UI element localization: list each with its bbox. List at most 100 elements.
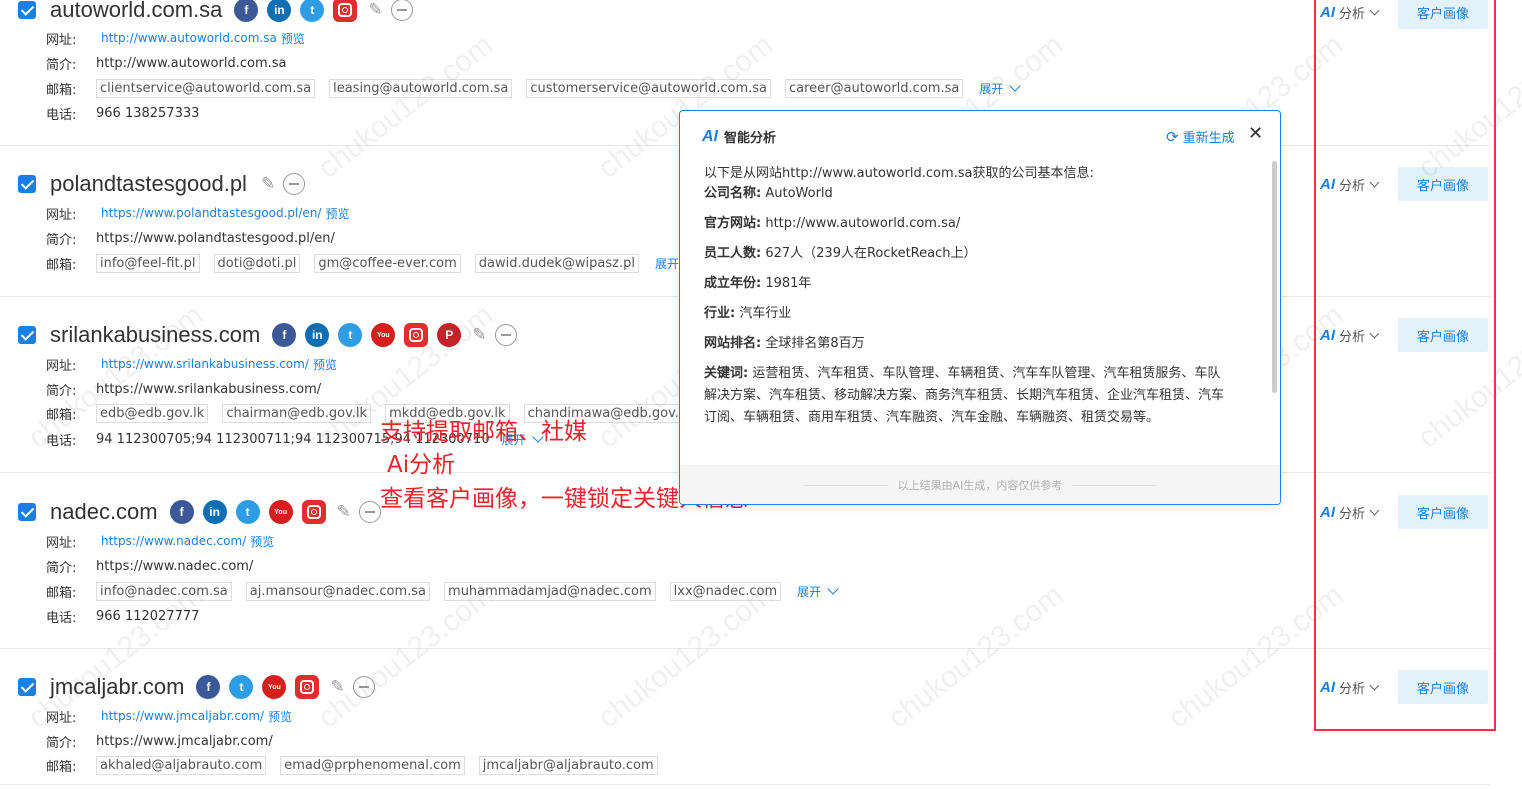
email-tag[interactable]: gm@coffee-ever.com [314, 253, 461, 273]
expand-button[interactable]: 展开 [979, 79, 1022, 97]
email-tag[interactable]: career@autoworld.com.sa [784, 78, 964, 98]
company-domain[interactable]: autoworld.com.sa [50, 0, 222, 23]
info-line: 公司名称: AutoWorld [704, 186, 833, 201]
email-tag[interactable]: chairman@edb.gov.lk [222, 403, 372, 423]
panel-scrollbar[interactable] [1272, 161, 1277, 393]
ai-analyze-dropdown[interactable]: AI 分析 [1320, 175, 1398, 194]
ai-icon: AI [1320, 503, 1335, 521]
email-tag[interactable]: lxx@nadec.com [669, 581, 782, 601]
panel-footer: 以上结果由AI生成，内容仅供参考 [680, 465, 1280, 504]
facebook-icon[interactable]: f [169, 500, 194, 524]
remove-icon[interactable] [390, 0, 413, 21]
ai-analyze-dropdown[interactable]: AI 分析 [1320, 326, 1398, 345]
email-tag[interactable]: edb@edb.gov.lk [96, 403, 209, 423]
email-tag[interactable]: info@feel-fit.pl [96, 253, 200, 273]
remove-icon[interactable] [352, 676, 375, 698]
linkedin-icon[interactable]: in [267, 0, 292, 22]
pinterest-icon[interactable]: P [437, 323, 462, 347]
customer-portrait-button[interactable]: 客户画像 [1398, 318, 1488, 352]
close-icon[interactable]: ✕ [1248, 123, 1263, 144]
select-checkbox[interactable] [18, 326, 36, 344]
email-tag[interactable]: leasing@autoworld.com.sa [329, 78, 513, 98]
chevron-down-icon [1369, 680, 1380, 690]
ai-analyze-dropdown[interactable]: AI 分析 [1320, 503, 1398, 522]
preview-link[interactable]: 预览 [268, 708, 292, 725]
company-domain[interactable]: polandtastesgood.pl [50, 171, 247, 197]
preview-link[interactable]: 预览 [313, 356, 337, 373]
customer-portrait-button[interactable]: 客户画像 [1398, 670, 1488, 704]
chevron-down-icon [1369, 328, 1380, 338]
facebook-icon[interactable]: f [196, 675, 221, 699]
customer-portrait-button[interactable]: 客户画像 [1398, 495, 1488, 529]
website-label: 网址: [46, 207, 77, 223]
email-tag[interactable]: info@nadec.com.sa [96, 581, 232, 601]
remove-icon[interactable] [283, 173, 306, 195]
email-tag[interactable]: jmcaljabr@aljabrauto.com [478, 755, 658, 775]
instagram-icon[interactable] [333, 0, 358, 22]
instagram-icon[interactable] [295, 675, 320, 699]
instagram-icon[interactable] [404, 323, 429, 347]
select-checkbox[interactable] [18, 175, 36, 193]
website-link[interactable]: https://www.polandtastesgood.pl/en/ [101, 206, 321, 220]
linkedin-icon[interactable]: in [202, 500, 227, 524]
phone-label: 电话: [46, 107, 77, 123]
website-link[interactable]: http://www.autoworld.com.sa [101, 31, 277, 45]
customer-portrait-button[interactable]: 客户画像 [1398, 167, 1488, 201]
intro-text: https://www.jmcaljabr.com/ [96, 733, 273, 749]
edit-icon[interactable]: ✎ [368, 0, 382, 20]
instagram-icon[interactable] [301, 500, 326, 524]
email-tag[interactable]: aj.mansour@nadec.com.sa [245, 581, 431, 601]
ai-analyze-dropdown[interactable]: AI 分析 [1320, 3, 1398, 22]
youtube-icon[interactable]: You [371, 323, 396, 347]
website-link[interactable]: https://www.nadec.com/ [101, 534, 246, 548]
chevron-down-icon [1369, 505, 1380, 515]
preview-link[interactable]: 预览 [325, 205, 349, 222]
email-label: 邮箱: [46, 407, 77, 423]
twitter-icon[interactable]: t [300, 0, 325, 22]
intro-label: 简介: [46, 232, 77, 248]
ai-icon: AI [1320, 3, 1335, 21]
edit-icon[interactable]: ✎ [337, 502, 351, 522]
email-tag[interactable]: emad@prphenomenal.com [280, 755, 465, 775]
expand-button[interactable]: 展开 [797, 582, 839, 600]
email-tag[interactable]: dawid.dudek@wipasz.pl [474, 253, 639, 273]
info-line: 行业: 汽车行业 [704, 306, 792, 321]
company-domain[interactable]: nadec.com [50, 499, 158, 525]
facebook-icon[interactable]: f [234, 0, 259, 22]
info-line: 网站排名: 全球排名第8百万 [704, 336, 865, 351]
website-link[interactable]: https://www.jmcaljabr.com/ [101, 709, 264, 723]
preview-link[interactable]: 预览 [281, 30, 305, 47]
preview-link[interactable]: 预览 [250, 533, 274, 550]
email-tag[interactable]: akhaled@aljabrauto.com [96, 755, 267, 775]
email-tag[interactable]: muhammadamjad@nadec.com [444, 581, 656, 601]
ai-icon: AI [1320, 326, 1335, 344]
remove-icon[interactable] [494, 324, 517, 346]
panel-title: AI 智能分析 [702, 127, 777, 147]
remove-icon[interactable] [358, 501, 381, 523]
email-label: 邮箱: [46, 82, 77, 98]
website-label: 网址: [46, 358, 77, 374]
company-domain[interactable]: srilankabusiness.com [50, 322, 260, 348]
select-checkbox[interactable] [18, 503, 36, 521]
regenerate-button[interactable]: ⟳ 重新生成 [1166, 127, 1235, 147]
email-tag[interactable]: customerservice@autoworld.com.sa [526, 78, 771, 98]
company-domain[interactable]: jmcaljabr.com [50, 674, 184, 700]
ai-analyze-dropdown[interactable]: AI 分析 [1320, 678, 1398, 697]
select-checkbox[interactable] [18, 1, 36, 19]
select-checkbox[interactable] [18, 678, 36, 696]
twitter-icon[interactable]: t [338, 323, 363, 347]
twitter-icon[interactable]: t [229, 675, 254, 699]
linkedin-icon[interactable]: in [305, 323, 330, 347]
email-tag[interactable]: doti@doti.pl [213, 253, 301, 273]
facebook-icon[interactable]: f [272, 323, 297, 347]
edit-icon[interactable]: ✎ [472, 325, 486, 345]
youtube-icon[interactable]: You [268, 500, 293, 524]
youtube-icon[interactable]: You [262, 675, 287, 699]
twitter-icon[interactable]: t [235, 500, 260, 524]
edit-icon[interactable]: ✎ [261, 174, 275, 194]
edit-icon[interactable]: ✎ [330, 677, 344, 697]
website-link[interactable]: https://www.srilankabusiness.com/ [101, 357, 309, 371]
email-tag[interactable]: clientservice@autoworld.com.sa [96, 78, 316, 98]
intro-label: 简介: [46, 57, 77, 73]
customer-portrait-button[interactable]: 客户画像 [1398, 0, 1488, 29]
